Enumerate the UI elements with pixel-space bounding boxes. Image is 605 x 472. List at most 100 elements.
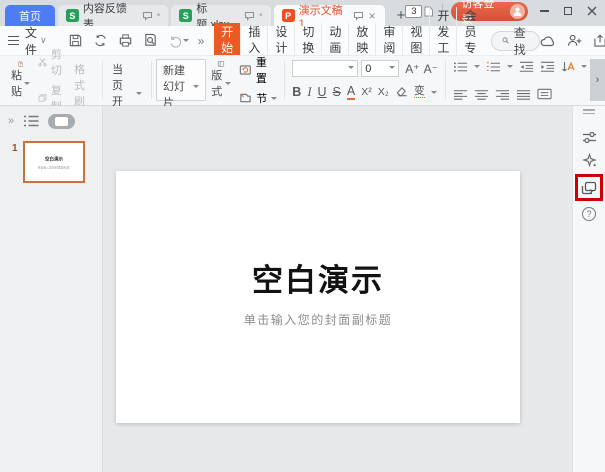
increase-indent-icon — [540, 61, 555, 73]
increase-indent-button[interactable] — [540, 61, 555, 73]
superscript-button[interactable]: X² — [361, 87, 372, 98]
layout-button[interactable]: 版式 — [206, 59, 236, 101]
decrease-font-size-button[interactable]: A⁻ — [424, 62, 438, 76]
align-right-button[interactable] — [495, 89, 510, 100]
text-tool-button[interactable]: 变 — [414, 86, 425, 98]
new-slide-button[interactable]: 新建幻灯片 — [156, 59, 206, 101]
properties-tune-icon[interactable] — [582, 131, 597, 144]
font-name-combobox[interactable] — [292, 60, 358, 77]
bullet-list-caret-icon — [474, 65, 480, 71]
spreadsheet-app-icon: S — [179, 9, 192, 22]
format-painter-button[interactable]: 格式刷 — [69, 59, 98, 101]
numbered-list-caret-icon — [507, 65, 513, 71]
share-icon[interactable] — [593, 34, 605, 47]
strikethrough-button[interactable]: S — [333, 86, 341, 99]
task-panes-layers-icon[interactable] — [581, 181, 597, 195]
decrease-indent-button[interactable] — [519, 61, 534, 73]
ribbon-tab-slideshow[interactable]: 放映 — [348, 23, 375, 58]
file-menu[interactable]: 文件 — [25, 24, 37, 58]
cloud-sync-icon[interactable] — [540, 35, 556, 47]
panel-expand-icon[interactable]: » — [8, 115, 14, 127]
reset-label: 重置 — [256, 54, 277, 86]
decrease-indent-icon — [519, 61, 534, 73]
ribbon-tab-transition[interactable]: 切换 — [294, 23, 321, 58]
maximize-button[interactable] — [564, 7, 572, 15]
align-center-icon — [474, 89, 489, 100]
distribute-text-button[interactable] — [537, 88, 552, 100]
undo-icon[interactable] — [168, 34, 189, 48]
panel-header: » — [0, 106, 102, 132]
tab-doc-feedback-sheet[interactable]: S 内容反馈表 • — [58, 5, 168, 26]
comment-bubble-icon[interactable] — [142, 11, 153, 21]
italic-button[interactable]: I — [307, 86, 311, 99]
window-controls — [540, 6, 597, 16]
bullet-list-icon — [453, 61, 468, 73]
find-button[interactable]: 查找 — [491, 31, 540, 51]
sidebar-handle-icon[interactable] — [583, 109, 595, 114]
text-direction-button[interactable] — [561, 60, 575, 73]
play-from-current-page-button[interactable]: 当页开始 — [107, 59, 147, 101]
slide-view-toggle[interactable] — [48, 114, 75, 129]
paste-button[interactable]: 粘贴 — [6, 59, 35, 101]
slide-title-text[interactable]: 空白演示 — [252, 255, 384, 300]
more-tools-icon[interactable]: » — [198, 34, 205, 48]
print-icon[interactable] — [118, 33, 133, 48]
align-center-button[interactable] — [474, 89, 489, 100]
unsaved-dot-icon: • — [157, 10, 161, 21]
subscript-button[interactable]: X₂ — [378, 87, 389, 98]
save-icon[interactable] — [68, 33, 83, 48]
bold-button[interactable]: B — [292, 86, 301, 99]
divider — [151, 61, 152, 99]
new-slide-caret-icon — [193, 85, 199, 91]
outline-view-icon[interactable] — [23, 115, 39, 127]
ribbon-tab-insert[interactable]: 插入 — [240, 23, 267, 58]
slide-thumbnail-item[interactable]: 1 空白演示 单击输入您的封面副标题 — [0, 132, 102, 183]
slide-1-thumbnail[interactable]: 空白演示 单击输入您的封面副标题 — [23, 141, 85, 183]
divider — [284, 61, 285, 99]
justify-button[interactable] — [516, 89, 531, 100]
close-window-button[interactable] — [587, 6, 597, 16]
font-group: 0 A⁺ A⁻ B I U S A X² X₂ 变 — [289, 59, 441, 101]
slide-editing-canvas[interactable]: 空白演示 单击输入您的封面副标题 — [103, 106, 572, 472]
tab-home-label: 首页 — [19, 8, 41, 24]
cut-button[interactable]: 剪切 — [38, 46, 66, 78]
clear-format-button[interactable] — [395, 86, 408, 98]
divider — [102, 61, 103, 99]
slide-subtitle-placeholder[interactable]: 单击输入您的封面副标题 — [244, 311, 393, 328]
underline-button[interactable]: U — [318, 86, 327, 99]
undo-caret-icon[interactable] — [183, 39, 189, 45]
bullet-list-button[interactable] — [453, 61, 468, 73]
file-caret-icon[interactable]: ∨ — [40, 35, 47, 46]
text-tool-caret-icon — [431, 91, 437, 97]
ribbon-tab-design[interactable]: 设计 — [267, 23, 294, 58]
numbered-list-icon — [486, 61, 501, 73]
ribbon-tab-home[interactable]: 开始 — [214, 23, 240, 58]
find-label: 查找 — [514, 24, 530, 58]
play-caret-icon — [136, 92, 142, 98]
slide-thumbnail-panel: » 1 空白演示 单击输入您的封面副标题 — [0, 106, 103, 472]
reset-button[interactable]: 重置 — [239, 54, 277, 86]
section-button[interactable]: 节 — [239, 90, 277, 106]
invite-collaborator-icon[interactable] — [567, 34, 582, 47]
export-pdf-icon[interactable] — [93, 33, 108, 48]
print-preview-icon[interactable] — [143, 33, 158, 48]
format-painter-label: 格式刷 — [74, 61, 93, 109]
smart-beautify-star-icon[interactable] — [582, 153, 597, 168]
ribbon-tab-review[interactable]: 审阅 — [375, 23, 402, 58]
increase-font-size-button[interactable]: A⁺ — [405, 62, 419, 76]
layout-caret-icon — [225, 82, 231, 88]
slide-1[interactable]: 空白演示 单击输入您的封面副标题 — [116, 171, 520, 423]
help-icon[interactable]: ? — [582, 207, 596, 221]
numbered-list-button[interactable] — [486, 61, 501, 73]
ribbon-toolbar: 粘贴 剪切 复制 格式刷 当页开始 新建幻灯片 — [0, 55, 605, 106]
align-left-button[interactable] — [453, 89, 468, 100]
ribbon-tab-animation[interactable]: 动画 — [321, 23, 348, 58]
menubar-right-icons: ⋮ ∧ — [540, 33, 605, 49]
hamburger-menu-icon[interactable] — [8, 36, 19, 46]
cut-copy-group: 剪切 复制 — [35, 59, 69, 101]
toolbar-expand-strip[interactable]: › — [590, 59, 605, 101]
font-size-combobox[interactable]: 0 — [361, 60, 399, 77]
font-color-button[interactable]: A — [347, 85, 355, 101]
ribbon-tab-view[interactable]: 视图 — [402, 23, 429, 58]
minimize-button[interactable] — [540, 10, 549, 12]
